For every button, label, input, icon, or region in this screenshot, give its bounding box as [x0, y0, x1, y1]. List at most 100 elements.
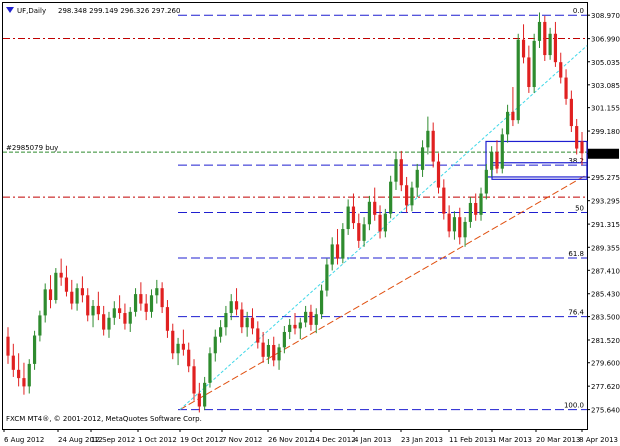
- y-tick-label: 279.600: [591, 360, 620, 368]
- candle-body: [378, 214, 382, 232]
- candle-body: [272, 344, 276, 361]
- candle-body: [399, 159, 403, 186]
- y-tick-label: 287.410: [591, 267, 620, 275]
- uptrend-line: [179, 174, 588, 411]
- candle-body: [64, 277, 69, 292]
- candle-body: [6, 336, 10, 356]
- candle-body: [553, 33, 558, 63]
- candle-body: [373, 201, 377, 215]
- candle-body: [54, 272, 58, 301]
- candle-body: [330, 244, 334, 265]
- candle-body: [229, 301, 233, 314]
- candle-body: [431, 130, 435, 162]
- candle-body: [351, 206, 356, 224]
- candle-body: [447, 213, 451, 232]
- x-tick-label: 20 Mar 2013: [536, 436, 580, 444]
- candle-body: [75, 288, 79, 304]
- candle-body: [394, 159, 398, 182]
- x-tick-label: 11 Feb 2013: [449, 436, 493, 444]
- candle-body: [118, 308, 122, 314]
- candle-body: [468, 202, 472, 222]
- candle-body: [48, 289, 53, 301]
- x-tick-label: 19 Oct 2012: [180, 436, 223, 444]
- candle-body: [442, 187, 446, 214]
- candle-body: [96, 305, 100, 315]
- last-price-label: 297.260: [590, 151, 619, 159]
- candle-body: [484, 169, 488, 194]
- candle-body: [256, 328, 260, 343]
- candle-body: [80, 288, 85, 296]
- candle-body: [569, 98, 573, 127]
- candle-body: [543, 21, 547, 56]
- candle-body: [500, 134, 504, 169]
- candle-body: [240, 309, 244, 328]
- y-tick-label: 275.640: [591, 407, 620, 415]
- fib-level-label: 76.4: [568, 309, 584, 317]
- candle-body: [463, 221, 467, 238]
- candle-body: [59, 272, 63, 278]
- candle-body: [155, 288, 159, 296]
- down-arrow-icon: [6, 7, 14, 13]
- candle-body: [458, 217, 462, 238]
- candle-body: [149, 295, 154, 312]
- y-tick-label: 289.355: [591, 244, 620, 252]
- candle-body: [521, 39, 526, 58]
- candle-body: [250, 317, 255, 329]
- candle-body: [532, 40, 536, 88]
- candle-body: [575, 126, 579, 149]
- candle-body: [187, 349, 191, 367]
- candle-body: [70, 291, 74, 304]
- x-tick-label: 7 Nov 2012: [222, 436, 262, 444]
- candle-body: [304, 311, 308, 323]
- candle-body: [27, 363, 31, 387]
- candle-body: [112, 308, 116, 318]
- x-tick-label: 12 Sep 2012: [91, 436, 135, 444]
- fib-level-label: 0.0: [573, 7, 584, 15]
- candle-body: [436, 161, 441, 188]
- candle-body: [298, 322, 302, 329]
- candle-body: [208, 353, 212, 383]
- candle-body: [505, 111, 510, 135]
- candle-body: [420, 147, 425, 170]
- chart-frame: [2, 2, 588, 430]
- candle-body: [86, 295, 90, 316]
- y-tick-label: 281.520: [591, 337, 620, 345]
- candle-body: [43, 289, 47, 316]
- candle-body: [516, 39, 520, 121]
- candle-body: [160, 288, 164, 308]
- candle-body: [123, 313, 127, 324]
- y-tick-label: 306.990: [591, 36, 620, 44]
- candle-body: [218, 327, 223, 337]
- candle-body: [537, 21, 542, 41]
- candle-body: [282, 331, 286, 348]
- symbol-label: UF,Daily: [17, 7, 46, 15]
- candle-body: [314, 314, 318, 325]
- candle-body: [383, 213, 387, 232]
- copyright-watermark: FXCM MT4®, © 2001-2012, MetaQuotes Softw…: [6, 415, 202, 423]
- candle-body: [144, 303, 148, 312]
- candle-body: [564, 77, 568, 99]
- candle-body: [38, 315, 42, 336]
- y-tick-label: 299.180: [591, 128, 620, 136]
- price-chart[interactable]: UF,Daily 298.348 299.149 296.326 297.260…: [0, 0, 620, 446]
- y-tick-label: 293.295: [591, 198, 620, 206]
- y-tick-label: 285.430: [591, 291, 620, 299]
- candle-body: [165, 307, 170, 331]
- candle-body: [389, 181, 393, 214]
- candle-body: [346, 206, 350, 230]
- candle-body: [405, 185, 409, 206]
- candle-body: [181, 343, 185, 350]
- x-tick-label: 6 Aug 2012: [4, 436, 44, 444]
- x-tick-label: 8 Apr 2013: [579, 436, 618, 444]
- fib-level-label: 50: [575, 204, 584, 212]
- order-label: #2985079 buy: [6, 144, 58, 152]
- candle-body: [11, 355, 15, 370]
- candle-body: [22, 378, 26, 387]
- channel-line: [179, 45, 588, 410]
- candle-body: [288, 324, 292, 332]
- candle-body: [426, 130, 430, 148]
- candle-body: [197, 393, 201, 407]
- x-tick-label: 4 Jan 2013: [354, 436, 392, 444]
- candle-body: [266, 344, 271, 357]
- candle-body: [527, 57, 531, 88]
